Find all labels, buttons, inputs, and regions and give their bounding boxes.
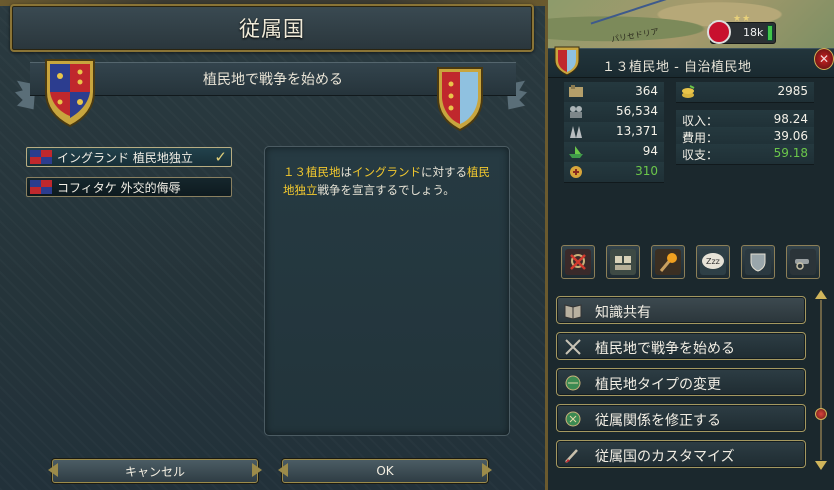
liberty-icon [570, 166, 582, 178]
manpower-icon [570, 106, 582, 118]
cancel-button-label: キャンセル [124, 464, 185, 479]
subject-dialog: 従属国 植民地で戦争を始める イングランド 植民地独立 ✓ コフィタケ 外交的侮… [0, 0, 548, 490]
action-label: 植民地で戦争を始める [595, 341, 735, 357]
stat-treasury: 2985 [676, 82, 814, 103]
england-flag-icon [30, 150, 52, 164]
scroll-down-icon[interactable] [815, 461, 827, 470]
scroll-track [820, 300, 822, 460]
country-name: １３植民地 - 自治植民地 [602, 60, 752, 75]
war-description-box: １３植民地はイングランドに対する植民地独立戦争を宣言するでしょう。 [264, 146, 510, 436]
desc-text: は [340, 165, 353, 179]
ok-button-label: OK [376, 464, 394, 478]
treasury-icon [682, 85, 695, 98]
button-cap-icon [482, 463, 492, 477]
army-size: 18k [743, 26, 764, 39]
country-panel: パリセドリア ★★ 18k １３植民地 - 自治植民地 ✕ 364 56,534… [548, 0, 834, 490]
ok-button[interactable]: OK [278, 459, 492, 483]
stat-value: 364 [635, 84, 658, 98]
map-river [590, 0, 706, 25]
torch-icon [659, 253, 677, 272]
army-flag-icon [707, 20, 731, 44]
army-icon [570, 126, 582, 138]
war-goal-option-label: コフィタケ 外交的侮辱 [57, 180, 181, 195]
navy-icon [569, 146, 583, 158]
dialog-title-bar: 従属国 [10, 4, 534, 52]
start-colonial-war-button[interactable]: 植民地で戦争を始める [556, 332, 806, 360]
zzz-icon: Zzz [702, 253, 724, 269]
war-goal-option-kofitake[interactable]: コフィタケ 外交的侮辱 [26, 177, 232, 197]
share-knowledge-button[interactable]: 知識共有 [556, 296, 806, 324]
income-value: 98.24 [773, 112, 808, 126]
world-map[interactable]: パリセドリア ★★ 18k [548, 0, 834, 48]
book-icon [564, 304, 582, 320]
stat-army: 13,371 [564, 122, 664, 143]
svg-text:Zzz: Zzz [706, 257, 720, 266]
desc-text: 戦争を宣言するでしょう。 [317, 183, 455, 197]
cancel-relation-icon [570, 254, 586, 270]
stat-balance: 収支： 59.18 [676, 144, 814, 165]
change-colony-type-button[interactable]: 植民地タイプの変更 [556, 368, 806, 396]
action-label: 知識共有 [595, 305, 651, 321]
torch-button[interactable] [651, 245, 685, 279]
desc-target: イングランド [352, 165, 421, 179]
modify-subject-button[interactable]: 従属関係を修正する [556, 404, 806, 432]
cancel-button[interactable]: キャンセル [48, 459, 262, 483]
balance-value: 59.18 [773, 146, 808, 160]
scroll-thumb[interactable] [815, 408, 827, 420]
stat-manpower: 56,534 [564, 102, 664, 123]
cannon-icon [795, 259, 809, 270]
action-label: 従属関係を修正する [595, 413, 721, 429]
balance-label: 収支： [682, 148, 719, 162]
stat-value: 56,534 [616, 104, 658, 118]
shield-icon [750, 253, 766, 272]
kofitake-flag-icon [30, 180, 52, 194]
puzzle-button[interactable] [606, 245, 640, 279]
stat-value: 310 [635, 164, 658, 178]
thirteen-colonies-coat-of-arms-icon [437, 67, 483, 132]
button-cap-icon [48, 463, 58, 477]
action-label: 植民地タイプの変更 [595, 377, 721, 393]
subject-relation-icon [565, 411, 581, 427]
development-icon [569, 85, 583, 97]
crossed-swords-icon [565, 339, 581, 355]
cannon-button[interactable] [786, 245, 820, 279]
stat-value: 94 [642, 144, 658, 158]
break-alliance-button[interactable] [561, 245, 595, 279]
dialog-title: 従属国 [239, 17, 305, 41]
sleep-button[interactable]: Zzz [696, 245, 730, 279]
globe-icon [565, 375, 581, 391]
stat-development: 364 [564, 82, 664, 103]
stat-liberty: 310 [564, 162, 664, 183]
war-description: １３植民地はイングランドに対する植民地独立戦争を宣言するでしょう。 [283, 163, 497, 199]
close-icon[interactable]: ✕ [814, 48, 834, 70]
army-morale-bar [767, 25, 773, 41]
country-title-bar: １３植民地 - 自治植民地 [548, 48, 834, 78]
treasury-value: 2985 [777, 84, 808, 98]
checkmark-icon: ✓ [214, 148, 227, 166]
button-cap-icon [252, 463, 262, 477]
map-place-label: パリセドリア [610, 26, 660, 45]
action-label: 従属国のカスタマイズ [595, 449, 735, 465]
button-cap-icon [278, 463, 288, 477]
desc-text: に対する [421, 165, 467, 179]
desc-country: １３植民地 [283, 165, 341, 179]
shield-button[interactable] [741, 245, 775, 279]
war-goal-option-label: イングランド 植民地独立 [57, 150, 193, 165]
puzzle-icon [615, 256, 631, 270]
action-list-scrollbar[interactable] [814, 290, 828, 470]
country-shield-icon[interactable] [552, 44, 582, 76]
brush-icon [565, 449, 578, 463]
scroll-up-icon[interactable] [815, 290, 827, 299]
war-goal-option-england[interactable]: イングランド 植民地独立 ✓ [26, 147, 232, 167]
war-subheader-label: 植民地で戦争を始める [203, 72, 343, 88]
stat-navy: 94 [564, 142, 664, 163]
stat-value: 13,371 [616, 124, 658, 138]
customize-subject-button[interactable]: 従属国のカスタマイズ [556, 440, 806, 468]
army-unit[interactable]: 18k [707, 20, 776, 44]
england-coat-of-arms-icon [45, 59, 95, 128]
expense-value: 39.06 [773, 129, 808, 143]
